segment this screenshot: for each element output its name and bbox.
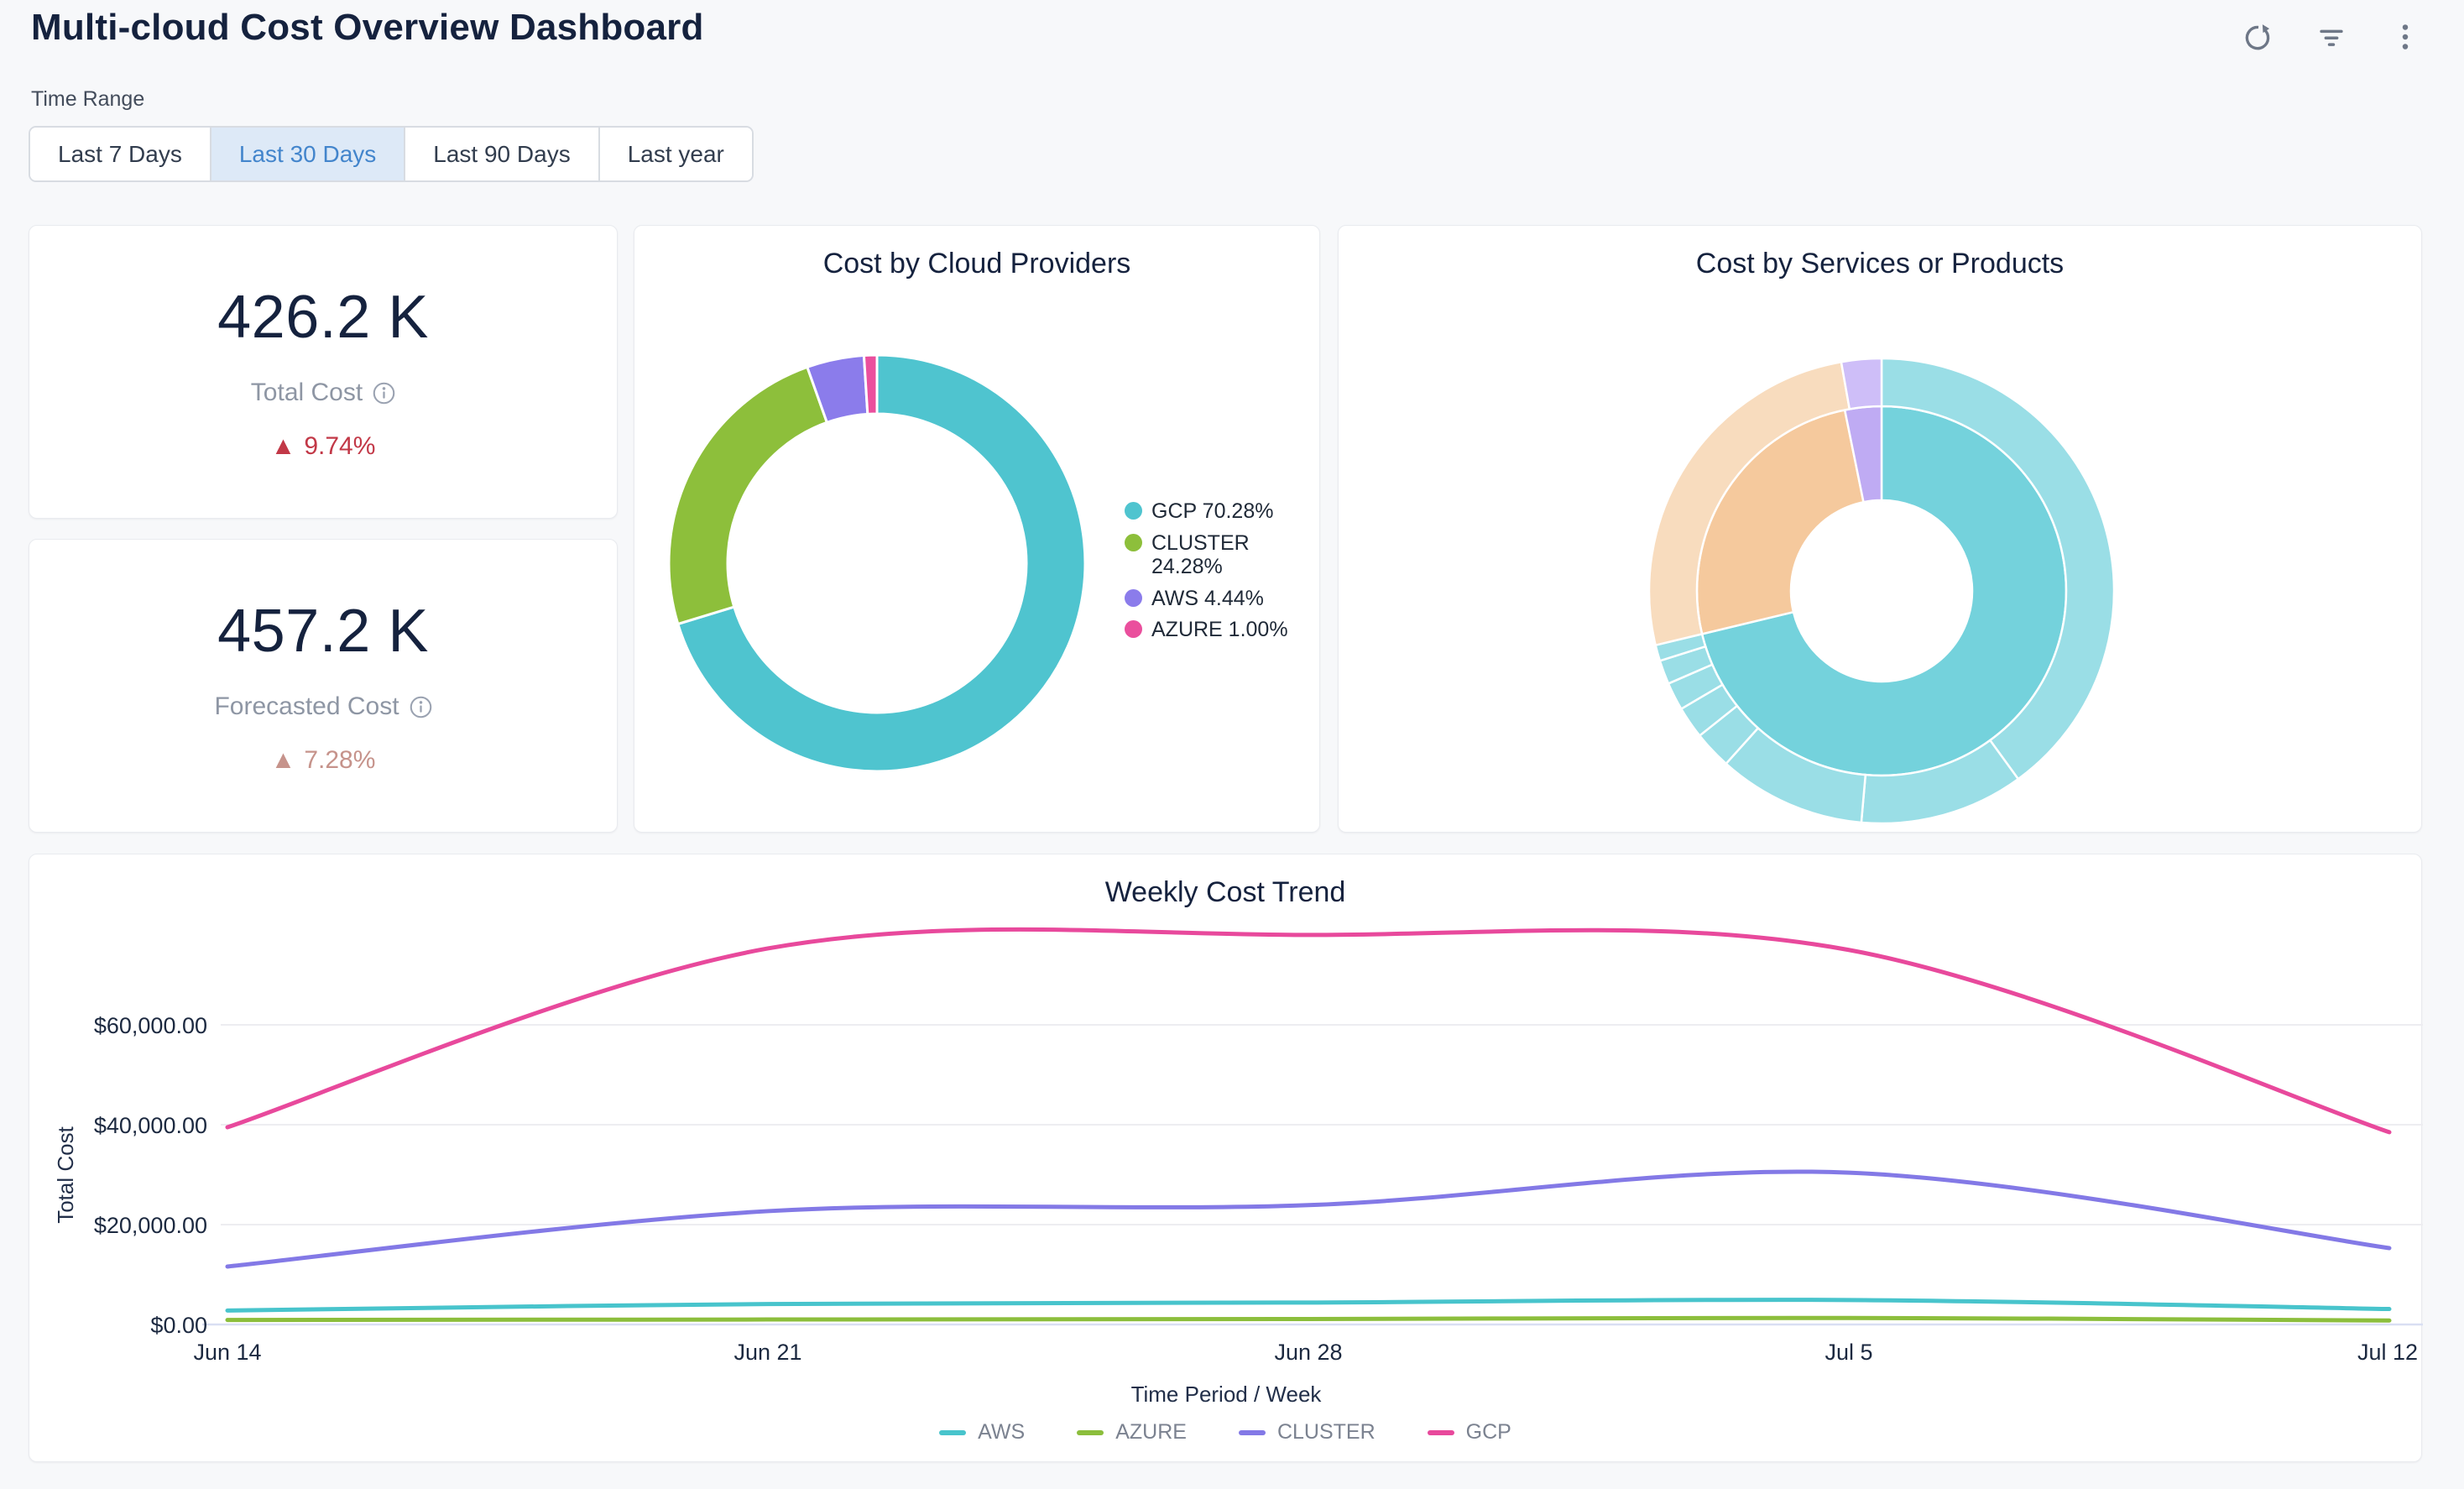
y-tick-label: $0.00: [150, 1313, 207, 1338]
trend-legend-item-gcp[interactable]: GCP: [1428, 1420, 1511, 1445]
trend-legend: AWS AZURE CLUSTER GCP: [29, 1420, 2421, 1445]
more-options-button[interactable]: [2387, 18, 2424, 55]
legend-item-cluster[interactable]: CLUSTER 24.28%: [1125, 531, 1301, 579]
legend-label: AWS: [978, 1420, 1025, 1445]
legend-dot: [1125, 620, 1142, 638]
legend-label: GCP: [1466, 1420, 1511, 1445]
total-cost-kpi-card: 426.2 K Total Cost ▲ 9.74%: [29, 225, 618, 519]
providers-legend: GCP 70.28% CLUSTER 24.28% AWS 4.44% AZURE 1…: [1125, 499, 1301, 650]
series-line-azure: [227, 1318, 2389, 1320]
forecasted-cost-value: 457.2 K: [217, 597, 429, 666]
total-cost-delta-value: 9.74%: [304, 432, 375, 461]
info-icon[interactable]: [410, 696, 432, 718]
forecasted-cost-delta: ▲ 7.28%: [271, 746, 376, 775]
triangle-up-icon: ▲: [271, 432, 296, 461]
sunburst-outer-segment-9[interactable]: [1841, 358, 1882, 409]
services-chart-title: Cost by Services or Products: [1339, 248, 2421, 280]
forecasted-cost-delta-value: 7.28%: [304, 746, 375, 775]
total-cost-delta: ▲ 9.74%: [271, 432, 376, 461]
total-cost-label: Total Cost: [251, 379, 363, 407]
series-line-cluster: [227, 1172, 2389, 1267]
y-tick-label: $20,000.00: [94, 1213, 207, 1238]
refresh-button[interactable]: [2239, 18, 2276, 55]
services-sunburst-chart: [1339, 226, 2423, 833]
time-range-button-last-30-days[interactable]: Last 30 Days: [210, 128, 404, 180]
weekly-cost-trend-card: Weekly Cost Trend $0.00 $20,000.00 $40,000…: [29, 854, 2422, 1462]
legend-dash: [1428, 1430, 1454, 1435]
legend-label: GCP 70.28%: [1151, 499, 1273, 524]
y-tick-label: $60,000.00: [94, 1013, 207, 1038]
legend-item-gcp[interactable]: GCP 70.28%: [1125, 499, 1301, 524]
triangle-up-icon: ▲: [271, 746, 296, 775]
legend-dot: [1125, 589, 1142, 607]
x-tick-label: Jun 14: [193, 1340, 261, 1365]
trend-legend-item-aws[interactable]: AWS: [939, 1420, 1025, 1445]
legend-label: AWS 4.44%: [1151, 587, 1264, 611]
trend-legend-item-cluster[interactable]: CLUSTER: [1239, 1420, 1376, 1445]
time-range-button-last-7-days[interactable]: Last 7 Days: [30, 128, 210, 180]
legend-item-azure[interactable]: AZURE 1.00%: [1125, 618, 1301, 642]
header-actions: [2239, 18, 2424, 55]
trend-legend-item-azure[interactable]: AZURE: [1077, 1420, 1187, 1445]
providers-chart-title: Cost by Cloud Providers: [634, 248, 1319, 280]
series-line-gcp: [227, 929, 2389, 1131]
forecasted-cost-label: Forecasted Cost: [214, 692, 399, 721]
donut-segment-cluster[interactable]: [669, 367, 827, 624]
legend-dot: [1125, 502, 1142, 520]
time-range-button-last-year[interactable]: Last year: [598, 128, 752, 180]
trend-xaxis-title: Time Period / Week: [1131, 1382, 1323, 1407]
trend-line-chart: $0.00 $20,000.00 $40,000.00 $60,000.00 Jun 1…: [29, 854, 2423, 1463]
legend-label: AZURE 1.00%: [1151, 618, 1288, 642]
legend-label: CLUSTER 24.28%: [1151, 531, 1301, 579]
info-icon[interactable]: [373, 382, 395, 405]
y-tick-label: $40,000.00: [94, 1113, 207, 1138]
time-range-button-last-90-days[interactable]: Last 90 Days: [404, 128, 598, 180]
x-tick-label: Jun 28: [1274, 1340, 1342, 1365]
legend-label: AZURE: [1115, 1420, 1187, 1445]
filter-button[interactable]: [2313, 18, 2350, 55]
kebab-menu-icon: [2388, 19, 2423, 55]
legend-dot: [1125, 534, 1142, 551]
x-tick-label: Jul 12: [2357, 1340, 2418, 1365]
time-range-group: Last 7 DaysLast 30 DaysLast 90 DaysLast …: [29, 126, 754, 182]
legend-dash: [1239, 1430, 1266, 1435]
legend-dash: [1077, 1430, 1104, 1435]
x-tick-label: Jun 21: [733, 1340, 801, 1365]
cost-by-providers-card: Cost by Cloud Providers GCP 70.28% CLUSTE…: [634, 225, 1320, 833]
time-range-label: Time Range: [31, 87, 144, 112]
legend-dash: [939, 1430, 966, 1435]
x-tick-label: Jul 5: [1825, 1340, 1872, 1365]
page-title: Multi-cloud Cost Overview Dashboard: [31, 7, 704, 49]
legend-label: CLUSTER: [1277, 1420, 1376, 1445]
donut-segment-azure[interactable]: [864, 355, 877, 414]
cost-by-services-card: Cost by Services or Products: [1338, 225, 2422, 833]
legend-item-aws[interactable]: AWS 4.44%: [1125, 587, 1301, 611]
total-cost-value: 426.2 K: [217, 283, 429, 352]
forecasted-cost-kpi-card: 457.2 K Forecasted Cost ▲ 7.28%: [29, 539, 618, 833]
trend-chart-title: Weekly Cost Trend: [29, 876, 2421, 909]
series-line-aws: [227, 1300, 2389, 1311]
trend-yaxis-title: Total Cost: [53, 1126, 78, 1223]
filter-icon: [2314, 19, 2349, 55]
refresh-icon: [2240, 19, 2275, 55]
